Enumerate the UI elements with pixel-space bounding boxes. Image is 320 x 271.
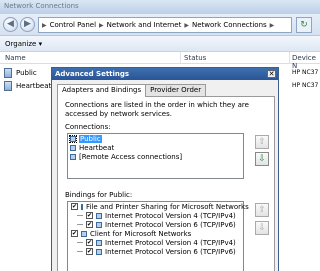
checkbox-checked-icon[interactable]: ✔ bbox=[71, 203, 78, 210]
bindings-label: Bindings for Public: bbox=[65, 191, 133, 199]
column-header-name[interactable]: Name bbox=[5, 54, 26, 62]
advanced-settings-dialog: Advanced Settings ✕ Adapters and Binding… bbox=[51, 67, 279, 271]
back-button[interactable]: ◀ bbox=[3, 17, 18, 32]
binding-label: Internet Protocol Version 4 (TCP/IPv4) bbox=[105, 238, 236, 247]
chevron-right-icon: ▶ bbox=[184, 21, 189, 29]
description-text: Connections are listed in the order in w… bbox=[65, 101, 249, 118]
checkbox-checked-icon[interactable]: ✔ bbox=[86, 239, 93, 246]
list-item[interactable]: Public bbox=[68, 134, 243, 143]
network-adapter-icon bbox=[4, 68, 12, 78]
binding-item[interactable]: ✔ Internet Protocol Version 4 (TCP/IPv4) bbox=[68, 238, 243, 247]
column-divider[interactable] bbox=[180, 52, 181, 64]
bindings-tree[interactable]: ✔ File and Printer Sharing for Microsoft… bbox=[67, 201, 249, 271]
binding-item[interactable]: ✔ Internet Protocol Version 6 (TCP/IPv6) bbox=[68, 247, 243, 256]
column-header-status[interactable]: Status bbox=[184, 54, 206, 62]
breadcrumb-network-connections[interactable]: Network Connections bbox=[192, 21, 267, 29]
connection-device: HP NC37 bbox=[292, 82, 319, 89]
refresh-icon[interactable]: ↻ bbox=[296, 17, 312, 33]
checkbox-checked-icon[interactable]: ✔ bbox=[86, 221, 93, 228]
connections-listbox[interactable]: Public Heartbeat [Remote Access connecti… bbox=[67, 133, 244, 179]
remote-access-icon bbox=[70, 153, 76, 160]
connections-label: Connections: bbox=[65, 123, 111, 131]
binding-item[interactable]: ✔ File and Printer Sharing for Microsoft… bbox=[68, 202, 249, 211]
window-title: Network Connections bbox=[4, 2, 79, 10]
binding-move-down-button[interactable]: ⇩ bbox=[255, 221, 269, 235]
move-up-button[interactable]: ⇧ bbox=[255, 135, 269, 149]
column-header-device[interactable]: Device N bbox=[292, 54, 320, 70]
tab-provider-order[interactable]: Provider Order bbox=[145, 84, 207, 96]
binding-move-up-button[interactable]: ⇧ bbox=[255, 203, 269, 217]
column-divider[interactable] bbox=[289, 52, 290, 64]
tree-connector bbox=[77, 215, 83, 216]
tab-adapters-and-bindings[interactable]: Adapters and Bindings bbox=[57, 84, 147, 97]
checkbox-checked-icon[interactable]: ✔ bbox=[86, 248, 93, 255]
tree-connector bbox=[77, 224, 83, 225]
dialog-title: Advanced Settings bbox=[55, 70, 130, 78]
organize-menu[interactable]: Organize ▾ bbox=[5, 40, 42, 48]
binding-label: File and Printer Sharing for Microsoft N… bbox=[86, 202, 249, 211]
connection-name: Heartbeat bbox=[16, 82, 52, 90]
connection-device: HP NC37 bbox=[292, 69, 319, 76]
dialog-titlebar[interactable]: Advanced Settings ✕ bbox=[52, 68, 278, 80]
network-adapter-icon bbox=[4, 81, 12, 91]
binding-item[interactable]: ✔ Client for Microsoft Networks bbox=[68, 229, 243, 238]
binding-label: Internet Protocol Version 6 (TCP/IPv6) bbox=[105, 247, 236, 256]
tree-connector bbox=[77, 251, 83, 252]
client-icon bbox=[81, 230, 87, 237]
forward-button[interactable]: ▶ bbox=[20, 17, 35, 32]
checkbox-checked-icon[interactable]: ✔ bbox=[86, 212, 93, 219]
protocol-icon bbox=[96, 248, 102, 255]
breadcrumb-control-panel[interactable]: Control Panel bbox=[50, 21, 96, 29]
binding-label: Internet Protocol Version 6 (TCP/IPv6) bbox=[105, 220, 236, 229]
checkbox-checked-icon[interactable]: ✔ bbox=[71, 230, 78, 237]
chevron-right-icon: ▶ bbox=[99, 21, 104, 29]
connection-row-heartbeat[interactable]: Heartbeat bbox=[4, 81, 51, 91]
service-icon bbox=[81, 203, 83, 210]
address-bar-area: ◀ ▶ ▶ Control Panel ▶ Network and Intern… bbox=[0, 14, 320, 36]
command-toolbar: Organize ▾ bbox=[0, 36, 320, 52]
close-button[interactable]: ✕ bbox=[267, 70, 276, 78]
list-item-label: [Remote Access connections] bbox=[79, 152, 183, 161]
binding-item[interactable]: ✔ Internet Protocol Version 6 (TCP/IPv6) bbox=[68, 220, 243, 229]
breadcrumb-network-and-internet[interactable]: Network and Internet bbox=[107, 21, 182, 29]
protocol-icon bbox=[96, 212, 102, 219]
dialog-tabs: Adapters and Bindings Provider Order bbox=[57, 84, 207, 97]
move-down-button[interactable]: ⇩ bbox=[255, 152, 269, 166]
connection-row-public[interactable]: Public bbox=[4, 68, 37, 78]
network-adapter-icon bbox=[70, 144, 76, 151]
adapters-and-bindings-panel: Connections are listed in the order in w… bbox=[57, 96, 275, 271]
binding-label: Internet Protocol Version 4 (TCP/IPv4) bbox=[105, 211, 236, 220]
binding-label: Client for Microsoft Networks bbox=[90, 229, 192, 238]
list-item-label: Public bbox=[79, 134, 102, 143]
window-titlebar[interactable]: Network Connections bbox=[0, 0, 320, 14]
list-item-label: Heartbeat bbox=[79, 143, 115, 152]
address-input[interactable]: ▶ Control Panel ▶ Network and Internet ▶… bbox=[38, 17, 292, 33]
binding-item[interactable]: ✔ Internet Protocol Version 4 (TCP/IPv4) bbox=[68, 211, 243, 220]
column-headers: Name Status Device N bbox=[0, 52, 320, 70]
protocol-icon bbox=[96, 221, 102, 228]
chevron-right-icon: ▶ bbox=[42, 21, 47, 29]
network-adapter-icon bbox=[69, 134, 77, 143]
connection-name: Public bbox=[16, 69, 37, 77]
protocol-icon bbox=[96, 239, 102, 246]
tree-connector bbox=[77, 242, 83, 243]
chevron-right-icon: ▶ bbox=[269, 21, 275, 29]
list-item[interactable]: [Remote Access connections] bbox=[68, 152, 243, 161]
list-item[interactable]: Heartbeat bbox=[68, 143, 243, 152]
